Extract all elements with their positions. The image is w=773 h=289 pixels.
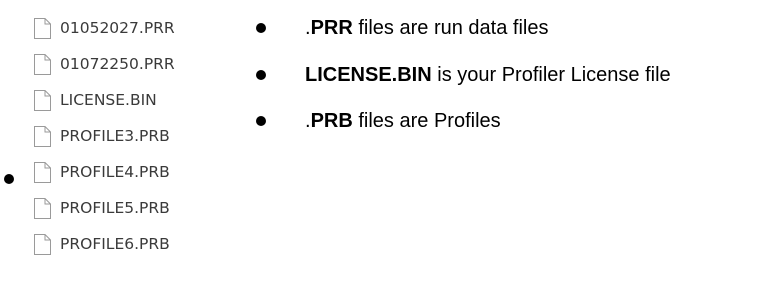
file-icon [34, 53, 51, 75]
note-text: files are Profiles [352, 110, 501, 132]
note-text: is your Profiler License file [431, 64, 671, 86]
file-item[interactable]: PROFILE5.PRB [34, 190, 175, 226]
file-icon [34, 125, 51, 147]
file-item[interactable]: LICENSE.BIN [34, 82, 175, 118]
file-item[interactable]: PROFILE6.PRB [34, 226, 175, 262]
file-name: LICENSE.BIN [60, 91, 157, 109]
file-name: 01052027.PRR [60, 19, 175, 37]
file-name: 01072250.PRR [60, 55, 175, 73]
notes-list: .PRR files are run data files LICENSE.BI… [254, 14, 671, 135]
note-prb: .PRB files are Profiles [254, 107, 671, 135]
file-name: PROFILE3.PRB [60, 127, 170, 145]
note-keyword: PRR [310, 17, 353, 39]
note-keyword: PRB [310, 110, 353, 132]
file-item[interactable]: PROFILE4.PRB [34, 154, 175, 190]
bullet-dot [4, 174, 14, 184]
bullet-dot [256, 116, 266, 126]
bullet-dot [256, 70, 266, 80]
file-item[interactable]: 01052027.PRR [34, 10, 175, 46]
file-name: PROFILE5.PRB [60, 199, 170, 217]
file-item[interactable]: 01072250.PRR [34, 46, 175, 82]
file-icon [34, 161, 51, 183]
file-icon [34, 17, 51, 39]
note-text: files are run data files [352, 17, 549, 39]
bullet-dot [256, 23, 266, 33]
file-icon [34, 89, 51, 111]
file-list: 01052027.PRR 01072250.PRR LICENSE.BIN PR… [34, 10, 175, 262]
file-icon [34, 233, 51, 255]
file-item[interactable]: PROFILE3.PRB [34, 118, 175, 154]
note-license: LICENSE.BIN is your Profiler License fil… [254, 61, 671, 107]
file-name: PROFILE6.PRB [60, 235, 170, 253]
file-name: PROFILE4.PRB [60, 163, 170, 181]
note-keyword: LICENSE.BIN [305, 64, 432, 86]
file-icon [34, 197, 51, 219]
note-prr: .PRR files are run data files [254, 14, 671, 61]
